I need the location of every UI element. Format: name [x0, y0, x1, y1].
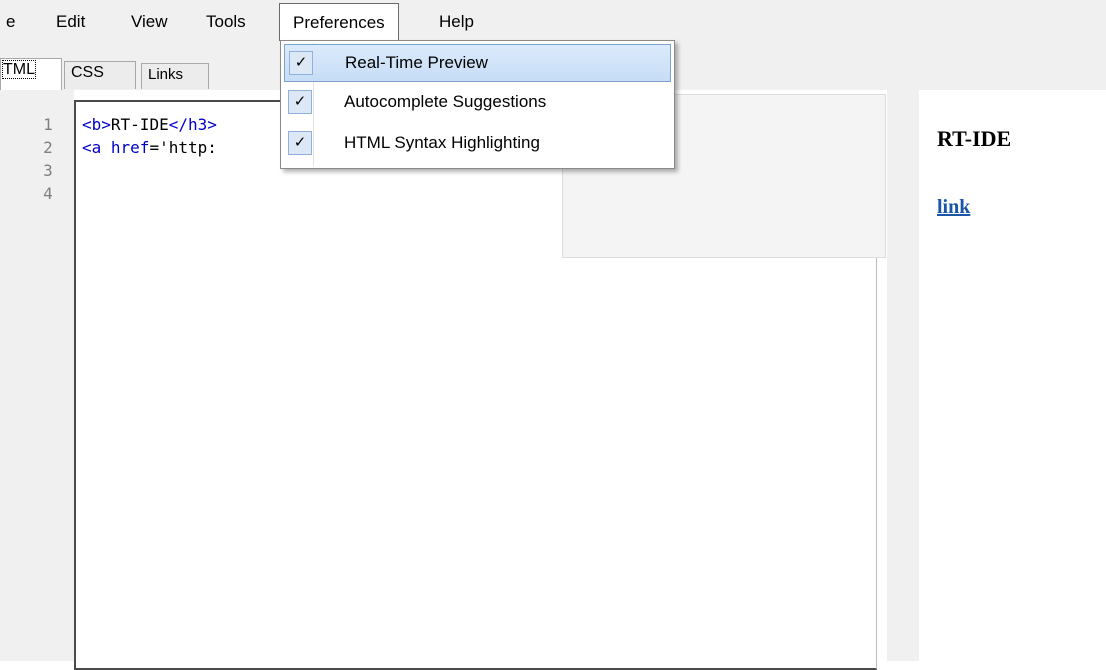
code-line: <a href='http:	[82, 135, 217, 161]
line-number-gutter: 1 2 3 4	[0, 90, 74, 661]
menu-help[interactable]: Help	[439, 9, 474, 35]
menu-item-label: Autocomplete Suggestions	[344, 92, 547, 111]
code-anchor-tag: <a	[82, 138, 102, 157]
code-attr: href	[101, 138, 150, 157]
tab-html-label: TML	[2, 60, 36, 79]
menu-edit[interactable]: Edit	[56, 9, 85, 35]
check-icon: ✓	[289, 51, 313, 75]
tab-css[interactable]: CSS	[64, 61, 136, 89]
menu-tools[interactable]: Tools	[206, 9, 246, 35]
preferences-dropdown: ✓ Real-Time Preview ✓ Autocomplete Sugge…	[280, 40, 675, 169]
tab-html[interactable]: TML	[0, 58, 62, 90]
menu-bar: e Edit View Tools Preferences Help	[0, 0, 1106, 44]
splitter[interactable]	[887, 90, 919, 661]
menu-item-label: Real-Time Preview	[345, 53, 488, 72]
tab-links[interactable]: Links	[141, 63, 209, 89]
check-icon: ✓	[288, 131, 312, 155]
menu-item-html-syntax-highlighting[interactable]: ✓ HTML Syntax Highlighting	[284, 125, 671, 163]
code-tag-open: <b>	[82, 115, 111, 134]
preview-link[interactable]: link	[937, 196, 970, 219]
tab-links-label: Links	[148, 66, 184, 83]
menu-item-label: HTML Syntax Highlighting	[344, 133, 540, 152]
preview-heading: RT-IDE	[937, 126, 1012, 151]
check-icon: ✓	[288, 90, 312, 114]
menu-file[interactable]: e	[6, 9, 15, 35]
line-number: 4	[43, 184, 53, 203]
preview-pane: RT-IDE link	[919, 90, 1106, 661]
menu-preferences[interactable]: Preferences	[279, 3, 399, 41]
menu-item-real-time-preview[interactable]: ✓ Real-Time Preview	[284, 44, 671, 82]
menu-view[interactable]: View	[131, 9, 168, 35]
tab-css-label: CSS	[71, 64, 104, 81]
code-tag-close: </h3>	[168, 115, 217, 134]
menu-item-autocomplete-suggestions[interactable]: ✓ Autocomplete Suggestions	[284, 84, 671, 122]
code-text: RT-IDE	[110, 115, 169, 134]
code-attr-value: ='http:	[149, 138, 217, 157]
